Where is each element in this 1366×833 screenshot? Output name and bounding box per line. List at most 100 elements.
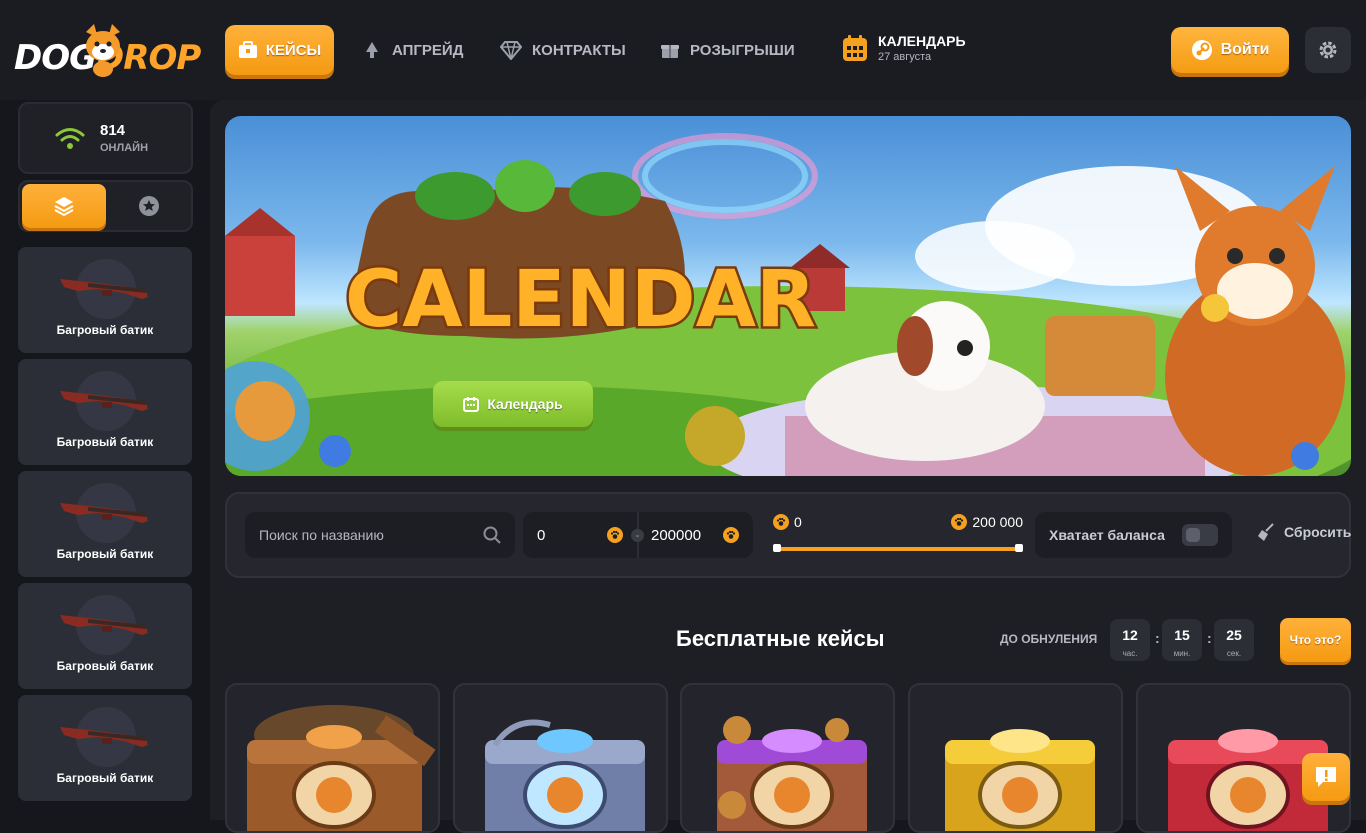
case-icon — [238, 41, 257, 58]
case-card[interactable] — [225, 683, 440, 833]
shotgun-icon — [60, 279, 148, 299]
banner-calendar-label: Календарь — [487, 396, 563, 412]
wooden-case-icon — [247, 705, 436, 831]
case-card[interactable] — [908, 683, 1123, 833]
slider-max-value: 200 000 — [972, 514, 1023, 530]
calendar-text: КАЛЕНДАРЬ 27 августа — [878, 33, 966, 63]
timer-minutes-value: 15 — [1174, 627, 1190, 643]
slider-thumb-min[interactable] — [773, 544, 781, 552]
timer-seconds-unit: сек. — [1226, 649, 1242, 658]
nav-upgrade[interactable]: АПГРЕЙД — [362, 25, 463, 75]
timer-seconds-value: 25 — [1226, 627, 1242, 643]
price-min[interactable]: 0 — [537, 527, 545, 544]
slider-min-label: 0 — [773, 514, 802, 530]
drop-item-name: Багровый батик — [56, 771, 154, 785]
enough-balance-filter[interactable]: Хватает баланса — [1035, 512, 1232, 558]
toggle-top-drops[interactable] — [108, 184, 190, 228]
timer-separator: : — [1155, 630, 1160, 646]
login-button[interactable]: Войти — [1171, 27, 1289, 73]
search-input[interactable] — [259, 527, 469, 543]
settings-button[interactable] — [1305, 27, 1351, 73]
online-text: 814 ОНЛАЙН — [100, 122, 148, 154]
nav-cases-label: КЕЙСЫ — [265, 41, 322, 59]
price-max[interactable]: 200000 — [651, 527, 701, 544]
support-chat-button[interactable] — [1302, 753, 1350, 801]
case-card[interactable] — [680, 683, 895, 833]
nav-cases[interactable]: КЕЙСЫ — [225, 25, 334, 75]
timer-hours-unit: час. — [1122, 649, 1138, 658]
calendar-icon — [843, 35, 867, 61]
enough-balance-label: Хватает баланса — [1049, 527, 1165, 543]
slider-min-value: 0 — [794, 514, 802, 530]
paw-coin-icon — [607, 527, 623, 543]
slider-track — [775, 547, 1021, 551]
online-counter: 814 ОНЛАЙН — [18, 102, 193, 174]
drop-item[interactable]: Багровый батик — [18, 471, 192, 577]
nav-contracts[interactable]: КОНТРАКТЫ — [500, 25, 626, 75]
shotgun-icon — [60, 727, 148, 747]
layers-icon — [54, 197, 74, 217]
drop-item[interactable]: Багровый батик — [18, 359, 192, 465]
timer-separator: : — [1207, 630, 1212, 646]
enough-balance-switch[interactable] — [1182, 524, 1218, 546]
purple-case-icon — [717, 716, 867, 831]
what-is-it-label: Что это? — [1289, 633, 1342, 647]
timer-minutes: 15 мин. — [1162, 619, 1202, 661]
diamond-icon — [500, 41, 522, 60]
calendar-title: КАЛЕНДАРЬ — [878, 33, 966, 49]
nav-giveaways[interactable]: РОЗЫГРЫШИ — [660, 25, 795, 75]
banner-illustration: CALENDAR — [225, 133, 1351, 476]
search-field[interactable] — [245, 512, 515, 558]
drop-item-name: Багровый батик — [56, 659, 154, 673]
reset-timer-label: ДО ОБНУЛЕНИЯ — [1000, 632, 1098, 646]
star-icon — [139, 196, 159, 216]
nav-contracts-label: КОНТРАКТЫ — [532, 41, 626, 59]
slider-max-label: 200 000 — [951, 514, 1023, 530]
banner-calendar-button[interactable]: Календарь — [433, 381, 593, 427]
drop-item[interactable]: Багровый батик — [18, 583, 192, 689]
shotgun-icon — [60, 391, 148, 411]
timer-hours-value: 12 — [1122, 627, 1138, 643]
shotgun-icon — [60, 503, 148, 523]
nav-calendar[interactable]: КАЛЕНДАРЬ 27 августа — [842, 33, 966, 63]
reset-filters-label: Сбросить — [1284, 524, 1352, 540]
banner-title: CALENDAR — [345, 255, 816, 345]
price-range: 0 - 200000 — [523, 512, 753, 558]
online-label: ОНЛАЙН — [100, 142, 149, 154]
gold-case-icon — [945, 729, 1095, 831]
logo[interactable]: DOGDROP — [14, 22, 201, 80]
what-is-it-button[interactable]: Что это? — [1280, 618, 1351, 662]
steam-icon — [1191, 40, 1212, 60]
case-card[interactable] — [453, 683, 668, 833]
login-label: Войти — [1220, 41, 1270, 58]
drop-item[interactable]: Багровый батик — [18, 247, 192, 353]
steel-case-icon — [485, 719, 645, 831]
nav-giveaways-label: РОЗЫГРЫШИ — [690, 41, 795, 59]
calendar-icon — [463, 397, 480, 412]
online-count: 814 — [100, 122, 126, 139]
timer-minutes-unit: мин. — [1173, 649, 1191, 658]
slider-thumb-max[interactable] — [1015, 544, 1023, 552]
search-icon — [483, 526, 501, 544]
chat-icon — [1316, 767, 1336, 787]
broom-icon — [1258, 523, 1274, 541]
free-cases-title: Бесплатные кейсы — [676, 626, 885, 651]
reset-filters-button[interactable]: Сбросить — [1256, 522, 1351, 542]
drop-item-name: Багровый батик — [56, 547, 154, 561]
nav-upgrade-label: АПГРЕЙД — [392, 41, 464, 59]
drops-filter-toggle — [18, 180, 193, 232]
shiba-mascot-icon — [86, 24, 120, 77]
paw-coin-icon — [951, 514, 968, 530]
calendar-banner[interactable]: CALENDAR — [225, 116, 1351, 476]
drop-item[interactable]: Багровый батик — [18, 695, 192, 801]
price-slider[interactable]: 0 200 000 — [773, 514, 1023, 558]
wifi-icon — [55, 128, 85, 149]
timer-hours: 12 час. — [1110, 619, 1150, 661]
drop-item-name: Багровый батик — [56, 435, 154, 449]
calendar-date: 27 августа — [878, 51, 932, 63]
drop-item-name: Багровый батик — [56, 323, 154, 337]
upgrade-icon — [366, 42, 378, 58]
toggle-all-drops[interactable] — [22, 184, 106, 228]
gear-icon — [1319, 41, 1337, 59]
timer-seconds: 25 сек. — [1214, 619, 1254, 661]
